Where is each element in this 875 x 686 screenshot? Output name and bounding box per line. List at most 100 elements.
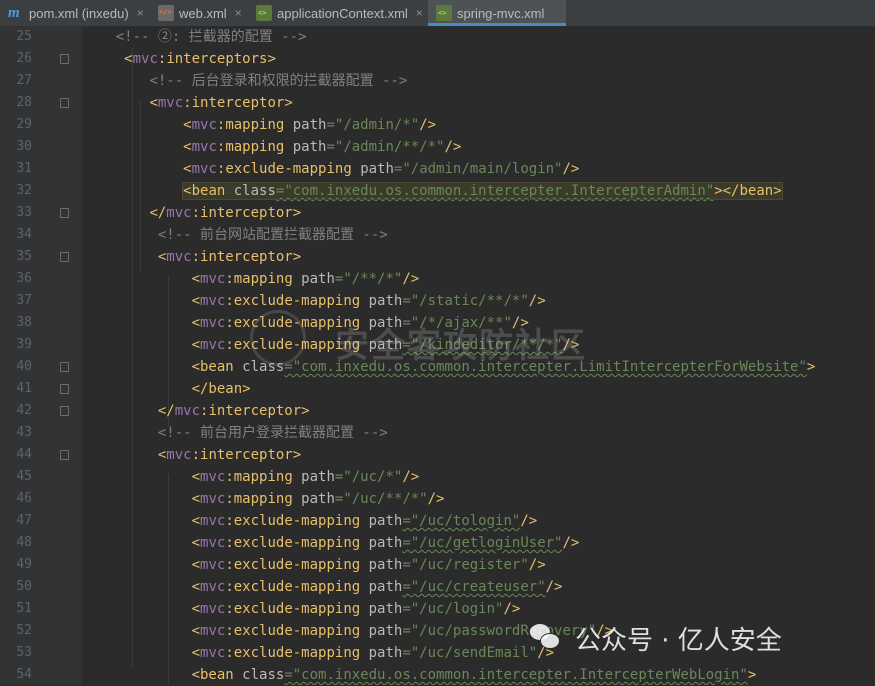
xml-tag: :exclude-mapping — [225, 623, 369, 639]
tab-label: applicationContext.xml — [277, 5, 408, 21]
xml-tag: < — [191, 469, 201, 485]
close-tab-icon[interactable]: × — [137, 6, 144, 20]
xml-tag: < — [191, 535, 201, 551]
xml-attribute: path — [292, 117, 327, 133]
code-line: <!-- ②: 拦截器的配置 --> — [82, 26, 307, 48]
line-number: 47 — [16, 513, 32, 528]
tab-web-xml[interactable]: web.xml × — [150, 0, 248, 26]
xml-namespace: mvc — [166, 205, 192, 221]
xml-tag: /> — [419, 117, 437, 133]
xml-attribute-value: ="/uc/*" — [334, 469, 403, 485]
xml-namespace: mvc — [200, 579, 226, 595]
line-number: 53 — [16, 645, 32, 660]
code-content: <mvc:mapping path="/uc/*"/> — [192, 469, 420, 485]
xml-tag: </bean> — [191, 381, 251, 397]
code-content: <!-- 前台网站配置拦截器配置 --> — [158, 227, 388, 243]
xml-tag: > — [747, 667, 757, 683]
fold-marker-icon[interactable] — [60, 362, 69, 372]
fold-marker-icon[interactable] — [60, 384, 69, 394]
xml-attribute: path — [368, 293, 403, 309]
fold-marker-icon[interactable] — [60, 252, 69, 262]
code-line: <mvc:mapping path="/uc/*"/> — [82, 466, 420, 488]
line-number: 39 — [16, 337, 32, 352]
xml-tag: :exclude-mapping — [225, 293, 369, 309]
xml-comment: <!-- 前台网站配置拦截器配置 --> — [157, 227, 388, 243]
xml-tag: < — [183, 161, 192, 177]
tab-label: pom.xml (inxedu) — [29, 5, 129, 21]
fold-marker-icon[interactable] — [60, 450, 69, 460]
xml-tag: < — [191, 293, 201, 309]
xml-namespace: mvc — [166, 249, 192, 265]
line-number: 37 — [16, 293, 32, 308]
line-number: 25 — [16, 29, 32, 44]
code-line: </mvc:interceptor> — [82, 400, 310, 422]
xml-namespace: mvc — [200, 513, 226, 529]
line-number: 34 — [16, 227, 32, 242]
code-line: <mvc:mapping path="/**/*"/> — [82, 268, 420, 290]
xml-attribute: path — [360, 161, 394, 177]
fold-marker-icon[interactable] — [60, 406, 69, 416]
code-content: <mvc:exclude-mapping path="/static/**/*"… — [192, 293, 546, 309]
line-number: 52 — [16, 623, 32, 638]
xml-tag: :exclude-mapping — [225, 535, 369, 551]
code-line: <mvc:exclude-mapping path="/uc/getloginU… — [82, 532, 580, 554]
tab-label: spring-mvc.xml — [457, 5, 545, 21]
code-line: <mvc:interceptor> — [82, 92, 292, 114]
line-number: 44 — [16, 447, 32, 462]
xml-tag: < — [191, 601, 201, 617]
xml-namespace: mvc — [174, 403, 201, 419]
line-number: 50 — [16, 579, 32, 594]
xml-attribute-value: ="com.inxedu.os.common.intercepter.Inter… — [275, 183, 715, 199]
code-content: </bean> — [192, 381, 251, 397]
xml-attribute: path — [368, 579, 403, 595]
tab-spring-mvc-xml[interactable]: spring-mvc.xml — [428, 0, 566, 26]
editor-tab-bar: mpom.xml (inxedu)×web.xml×applicationCon… — [0, 0, 875, 27]
xml-tag: /> — [503, 601, 521, 617]
xml-namespace: mvc — [200, 491, 226, 507]
code-line: <bean class="com.inxedu.os.common.interc… — [82, 664, 757, 685]
code-content: <mvc:interceptor> — [149, 95, 292, 111]
tab-pom-xml-inxedu[interactable]: m pom.xml (inxedu) × — [0, 0, 150, 26]
xml-tag: /> — [402, 469, 420, 485]
code-line: <mvc:exclude-mapping path="/uc/sendEmail… — [82, 642, 554, 664]
xml-tag: < — [124, 51, 133, 67]
xml-tag: :interceptor> — [200, 403, 310, 419]
xml-tag: < — [191, 557, 201, 573]
code-content: </mvc:interceptor> — [158, 403, 310, 419]
fold-marker-icon[interactable] — [60, 208, 69, 218]
code-content: <mvc:exclude-mapping path="/uc/createuse… — [192, 579, 563, 595]
code-content: <mvc:exclude-mapping path="/uc/login"/> — [192, 601, 521, 617]
xml-tag: <bean — [191, 667, 243, 683]
close-tab-icon[interactable]: × — [235, 6, 242, 20]
line-number: 43 — [16, 425, 32, 440]
close-tab-icon[interactable]: × — [416, 6, 423, 20]
xml-comment: <!-- ②: 拦截器的配置 --> — [115, 29, 307, 45]
code-content: </mvc:interceptor> — [149, 205, 301, 221]
xml-tag: < — [149, 95, 158, 111]
fold-marker-icon[interactable] — [60, 98, 69, 108]
tab-applicationcontext-xml[interactable]: applicationContext.xml × — [248, 0, 428, 26]
maven-icon: m — [8, 5, 20, 21]
wechat-icon — [530, 624, 560, 650]
fold-marker-icon[interactable] — [60, 54, 69, 64]
line-number: 51 — [16, 601, 32, 616]
code-content: <mvc:mapping path="/uc/**/*"/> — [192, 491, 445, 507]
xml-tag: :exclude-mapping — [216, 161, 361, 177]
xml-tag: </ — [149, 205, 167, 221]
code-line: <bean class="com.inxedu.os.common.interc… — [82, 180, 783, 202]
xml-attribute: path — [368, 601, 403, 617]
xml-tag: :interceptor> — [191, 205, 302, 221]
code-content: <!-- ②: 拦截器的配置 --> — [116, 29, 307, 45]
xml-attribute-value: ="/uc/login" — [402, 601, 504, 617]
code-content: <mvc:exclude-mapping path="/uc/sendEmail… — [192, 645, 554, 661]
xml-file-icon — [158, 5, 174, 21]
